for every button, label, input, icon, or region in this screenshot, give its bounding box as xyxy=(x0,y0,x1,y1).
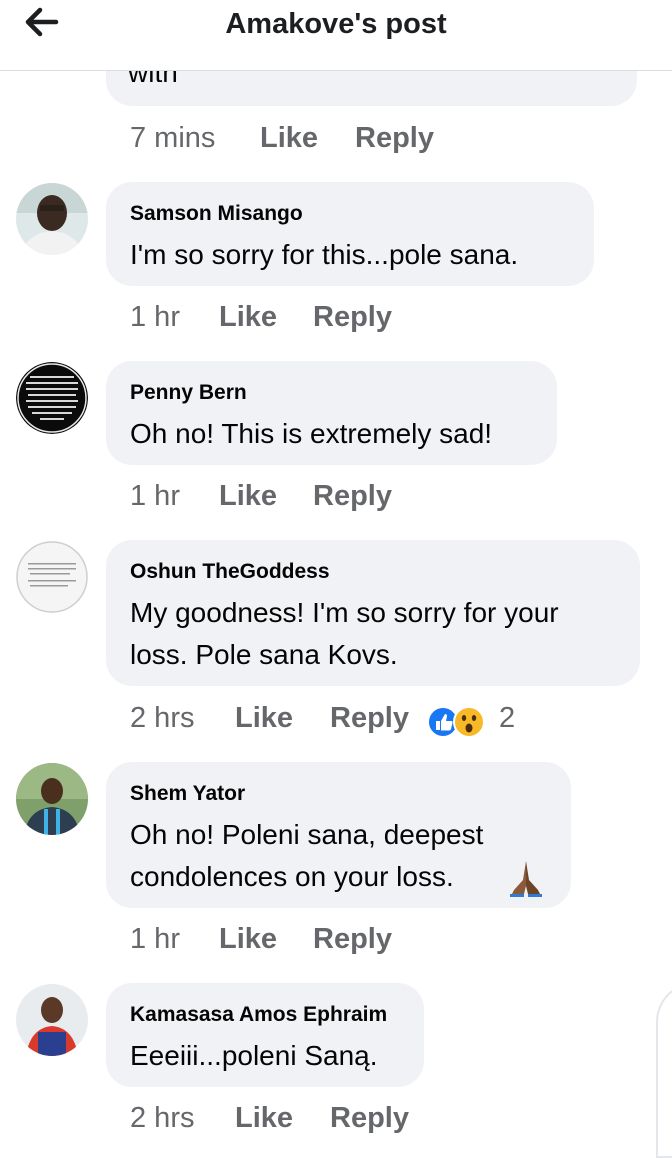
reaction-count: 2 xyxy=(499,702,516,734)
reply-button[interactable]: Reply xyxy=(313,301,392,334)
reply-button[interactable]: Reply xyxy=(330,1102,409,1135)
comment-time[interactable]: 7 mins xyxy=(130,122,215,155)
comment-meta: 7 mins Like Reply xyxy=(130,122,610,162)
comment-text: Oh no! This is extremely sad! xyxy=(130,418,493,449)
comment-text-line-1: Oh no! Poleni sana, deepest xyxy=(130,819,484,850)
comment-time[interactable]: 1 hr xyxy=(130,923,180,956)
avatar[interactable] xyxy=(16,362,88,434)
comment-time[interactable]: 1 hr xyxy=(130,301,180,334)
like-button[interactable]: Like xyxy=(219,480,277,513)
folded-hands-icon xyxy=(510,861,542,897)
comment-author[interactable]: Penny Bern xyxy=(130,381,247,405)
comment-time[interactable]: 1 hr xyxy=(130,480,180,513)
comment-bubble[interactable]: Samson Misango I'm so sorry for this...p… xyxy=(106,182,594,286)
comment-text-line-1: My goodness! I'm so sorry for your xyxy=(130,597,559,628)
comment-text-line-2: condolences on your loss. xyxy=(130,861,454,892)
reply-button[interactable]: Reply xyxy=(313,480,392,513)
comment-author[interactable]: Kamasasa Amos Ephraim xyxy=(130,1003,387,1027)
page-title: Amakove's post xyxy=(225,8,447,40)
avatar[interactable] xyxy=(16,763,88,835)
like-button[interactable]: Like xyxy=(219,301,277,334)
comment-text: I'm so sorry for this...pole sana. xyxy=(130,239,519,270)
reply-button[interactable]: Reply xyxy=(313,923,392,956)
comment-author[interactable]: Samson Misango xyxy=(130,202,303,226)
comment-bubble[interactable]: Shem Yator Oh no! Poleni sana, deepest c… xyxy=(106,762,571,908)
like-button[interactable]: Like xyxy=(235,702,293,735)
comment-author[interactable]: Shem Yator xyxy=(130,782,245,806)
comment-meta: 1 hr Like Reply xyxy=(130,301,610,341)
comment-bubble[interactable]: Oshun TheGoddess My goodness! I'm so sor… xyxy=(106,540,640,686)
avatar[interactable] xyxy=(16,984,88,1056)
overlay-edge xyxy=(656,982,672,1158)
post-header: Amakove's post xyxy=(0,0,672,71)
comment-time[interactable]: 2 hrs xyxy=(130,702,194,735)
avatar[interactable] xyxy=(16,541,88,613)
comment-bubble[interactable]: Kamasasa Amos Ephraim Eeeiii...poleni Sa… xyxy=(106,983,424,1087)
comment-text: Eeeiii...poleni Saną. xyxy=(130,1040,378,1071)
comment-time[interactable]: 2 hrs xyxy=(130,1102,194,1135)
like-button[interactable]: Like xyxy=(219,923,277,956)
like-button[interactable]: Like xyxy=(235,1102,293,1135)
comment-meta: 1 hr Like Reply xyxy=(130,480,610,520)
comment-meta: 1 hr Like Reply xyxy=(130,923,610,963)
like-button[interactable]: Like xyxy=(260,122,318,155)
comment-text-line-2: loss. Pole sana Kovs. xyxy=(130,639,398,670)
reaction-summary[interactable]: 2 xyxy=(426,702,521,739)
reply-button[interactable]: Reply xyxy=(330,702,409,735)
comment-bubble[interactable]: Penny Bern Oh no! This is extremely sad! xyxy=(106,361,557,465)
comment-meta: 2 hrs Like Reply xyxy=(130,1102,610,1142)
comment-meta: 2 hrs Like Reply 2 xyxy=(130,702,610,742)
comment-author[interactable]: Oshun TheGoddess xyxy=(130,560,330,584)
reply-button[interactable]: Reply xyxy=(355,122,434,155)
wow-reaction-icon xyxy=(453,706,485,738)
avatar[interactable] xyxy=(16,183,88,255)
